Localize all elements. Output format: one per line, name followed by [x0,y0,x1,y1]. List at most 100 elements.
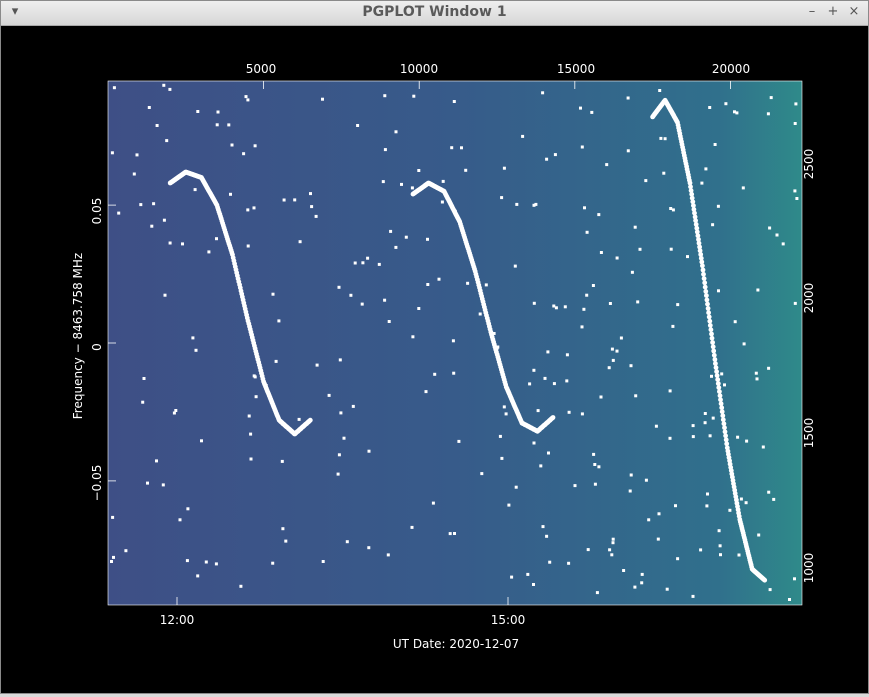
noise-point [152,202,156,206]
noise-point [767,366,771,370]
noise-point [611,358,615,362]
noise-point [586,548,590,552]
noise-point [745,439,749,443]
noise-point [656,537,660,541]
maximize-button[interactable]: + [825,4,841,20]
noise-point [249,457,253,461]
noise-point [659,136,663,140]
noise-point [754,371,758,375]
noise-point [230,143,234,147]
noise-point [253,144,257,148]
noise-point [383,148,387,152]
noise-point [480,472,484,476]
noise-point [717,529,721,533]
noise-point [452,100,456,103]
noise-point [669,207,673,210]
noise-point [215,123,219,127]
noise-point [691,424,695,428]
noise-point [728,508,732,512]
noise-point [579,106,582,110]
data-point [710,340,715,345]
noise-point [768,588,772,592]
data-point [712,357,718,362]
close-button[interactable]: × [846,4,862,20]
noise-point [274,359,278,363]
noise-point [775,233,779,237]
noise-point [345,540,349,544]
noise-point [360,302,364,306]
noise-point [590,110,594,114]
noise-point [741,186,745,190]
left-tick-label: 0.05 [90,198,104,225]
noise-point [713,143,717,146]
noise-point [548,560,552,564]
data-point [702,280,708,286]
noise-point [387,320,391,323]
data-point [700,263,705,269]
noise-point [719,553,722,557]
noise-point [739,497,743,501]
noise-point [691,594,695,598]
window-title: PGPLOT Window 1 [362,4,507,20]
noise-point [704,167,708,171]
data-point [707,323,713,328]
noise-point [247,414,251,418]
noise-point [788,598,791,601]
noise-point [634,394,638,398]
noise-point [484,283,488,287]
noise-point [502,405,506,409]
minimize-button[interactable]: – [804,4,820,20]
noise-point [610,347,614,351]
data-point [709,331,714,337]
noise-point [793,189,797,193]
noise-point [793,122,797,125]
noise-point [440,200,444,204]
noise-point [244,95,248,99]
plot-area: 5000 10000 15000 20000 12:00 15:00 UT Da… [1,26,868,693]
noise-point [573,484,577,488]
noise-point [204,560,208,564]
noise-point [191,336,195,340]
noise-point [794,102,798,106]
noise-point [411,335,415,339]
noise-point [658,89,662,92]
data-point [717,389,722,394]
noise-point [757,533,761,537]
noise-point [457,439,461,443]
noise-point [342,436,346,440]
noise-point [110,151,114,155]
data-point [700,267,706,273]
data-point [705,306,711,311]
noise-point [705,504,709,508]
title-bar[interactable]: ▾ PGPLOT Window 1 – + × [1,1,868,26]
noise-point [437,277,441,281]
noise-point [147,106,151,109]
noise-point [327,393,331,397]
noise-point [146,481,149,485]
noise-point [110,560,113,563]
noise-point [239,584,243,588]
noise-point [703,412,707,415]
data-point [706,314,712,320]
noise-point [767,490,771,494]
noise-point [532,301,536,305]
noise-point [640,572,644,576]
noise-point [366,256,370,260]
noise-point [615,256,619,260]
noise-point [155,459,158,463]
noise-point [736,435,740,439]
noise-point [781,242,785,246]
pgplot-window: ▾ PGPLOT Window 1 – + × 5000 10000 15000 [0,0,869,694]
noise-point [554,306,558,310]
noise-point [595,591,599,595]
noise-point [599,395,603,399]
noise-point [657,512,661,516]
noise-point [367,449,371,453]
noise-point [410,186,414,190]
noise-point [337,285,341,289]
right-tick-label: 2000 [802,283,816,314]
noise-point [521,134,525,138]
noise-point [755,377,759,381]
noise-point [426,283,430,286]
noise-point [139,203,143,207]
